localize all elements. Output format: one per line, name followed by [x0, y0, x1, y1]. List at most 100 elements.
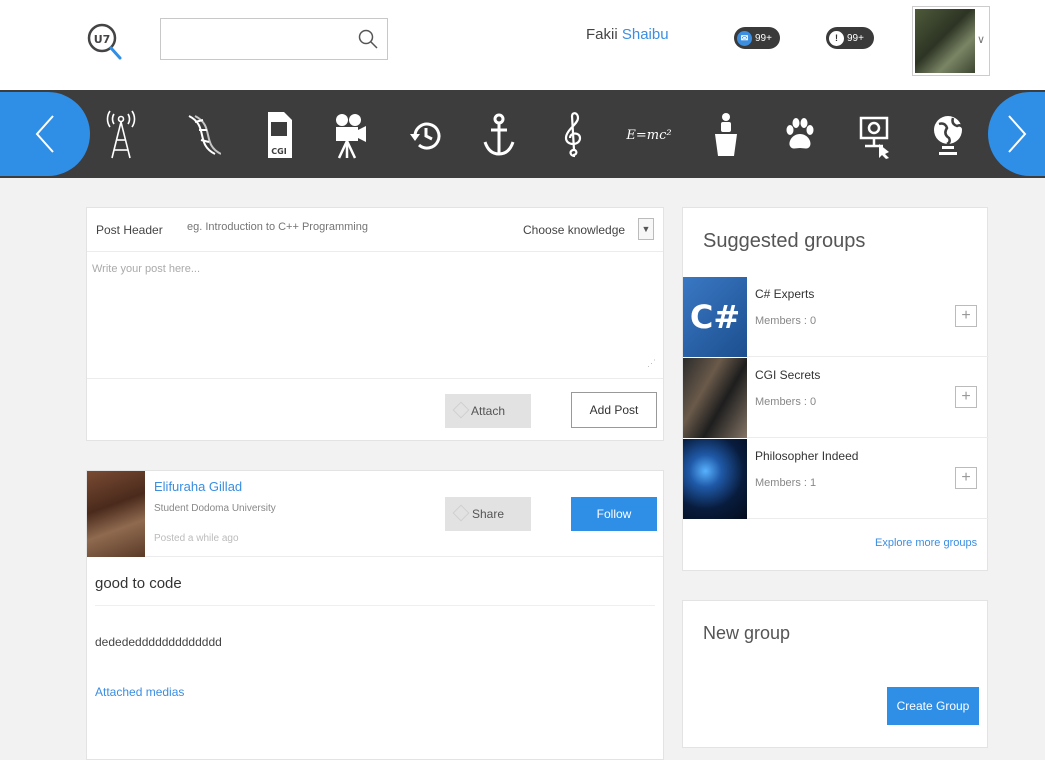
follow-button[interactable]: Follow — [571, 497, 657, 531]
author-subtitle: Student Dodoma University — [154, 503, 276, 514]
carousel-prev-button[interactable] — [0, 92, 90, 176]
create-group-button[interactable]: Create Group — [887, 687, 979, 725]
messages-count: 99+ — [755, 32, 772, 44]
search-box[interactable] — [160, 18, 388, 60]
group-members: Members : 0 — [755, 315, 817, 327]
share-icon — [452, 504, 470, 522]
category-computing[interactable] — [852, 104, 896, 166]
group-members: Members : 1 — [755, 477, 817, 489]
knowledge-select-label[interactable]: Choose knowledge — [523, 223, 625, 237]
share-label: Share — [471, 507, 505, 521]
chevron-left-icon — [35, 115, 54, 153]
attach-button[interactable]: Attach — [445, 394, 531, 428]
user-first-name: Fakii — [586, 26, 618, 43]
category-antenna[interactable] — [99, 104, 143, 166]
post-title: good to code — [95, 575, 182, 592]
cgi-file-icon: CGI — [268, 112, 292, 158]
top-header: U7 Fakii Shaibu ✉ 99+ ! 99+ ∨ — [0, 0, 1045, 90]
post-divider — [95, 605, 655, 606]
plus-icon: + — [961, 307, 971, 324]
add-post-label: Add Post — [589, 403, 639, 417]
category-film[interactable] — [327, 104, 371, 166]
explore-groups-link[interactable]: Explore more groups — [875, 537, 977, 549]
user-name[interactable]: Fakii Shaibu — [586, 26, 669, 43]
knowledge-dropdown-button[interactable]: ▼ — [638, 218, 654, 240]
dna-icon — [188, 115, 221, 155]
user-menu[interactable]: ∨ — [912, 6, 990, 76]
avatar[interactable] — [915, 9, 975, 73]
treble-clef-icon — [564, 112, 582, 158]
create-group-label: Create Group — [896, 699, 970, 713]
category-history[interactable] — [404, 104, 448, 166]
composer-header: Post Header Choose knowledge ▼ — [87, 208, 663, 252]
messages-icon: ✉ — [737, 30, 752, 46]
post-time: Posted a while ago — [154, 533, 239, 544]
search-input[interactable] — [161, 19, 351, 59]
group-image-label: C# — [689, 298, 741, 336]
globe-icon — [934, 116, 965, 155]
group-name[interactable]: CGI Secrets — [755, 368, 820, 382]
suggested-groups-title: Suggested groups — [703, 230, 866, 252]
svg-text:U7: U7 — [94, 33, 111, 46]
anchor-icon — [483, 113, 515, 156]
speaker-podium-icon — [715, 113, 737, 156]
search-icon[interactable] — [357, 28, 379, 50]
plus-icon: + — [961, 388, 971, 405]
antenna-icon — [106, 110, 136, 159]
resize-handle-icon[interactable]: ⋰ — [647, 358, 656, 369]
add-post-button[interactable]: Add Post — [571, 392, 657, 428]
category-maritime[interactable] — [477, 104, 521, 166]
join-group-button[interactable]: + — [955, 305, 977, 327]
attached-medias-link[interactable]: Attached medias — [95, 685, 184, 699]
group-image — [683, 358, 747, 438]
category-biology[interactable] — [180, 104, 224, 166]
category-speaking[interactable] — [704, 104, 748, 166]
join-group-button[interactable]: + — [955, 386, 977, 408]
category-geography[interactable] — [926, 104, 970, 166]
category-physics[interactable]: E=mc² — [622, 104, 676, 166]
post-body-textarea[interactable] — [87, 253, 663, 379]
logo-icon[interactable]: U7 — [84, 14, 124, 74]
new-group-title: New group — [703, 623, 791, 643]
physics-formula-icon: E=mc² — [626, 127, 672, 143]
category-music[interactable] — [552, 104, 596, 166]
group-image: C# — [683, 277, 747, 357]
paw-icon — [786, 118, 814, 149]
attach-icon — [452, 401, 470, 419]
author-avatar[interactable] — [87, 471, 145, 557]
post-header-input[interactable] — [187, 221, 427, 233]
group-item[interactable]: Philosopher Indeed Members : 1 + — [683, 439, 989, 519]
chevron-right-icon — [1007, 115, 1026, 153]
alert-icon: ! — [829, 30, 844, 46]
suggested-groups-panel: Suggested groups C# C# Experts Members :… — [682, 207, 989, 571]
share-button[interactable]: Share — [445, 497, 531, 531]
notifications-badge[interactable]: ! 99+ — [826, 27, 874, 49]
plus-icon: + — [961, 469, 971, 486]
group-item[interactable]: CGI Secrets Members : 0 + — [683, 358, 989, 438]
join-group-button[interactable]: + — [955, 467, 977, 489]
new-group-panel: New group Create Group — [682, 600, 988, 748]
post-card: Elifuraha Gillad Student Dodoma Universi… — [86, 470, 664, 760]
post-body: dedededdddddddddddd — [95, 635, 222, 649]
post-header: Elifuraha Gillad Student Dodoma Universi… — [87, 471, 663, 557]
movie-camera-icon — [336, 114, 366, 159]
messages-badge[interactable]: ✉ 99+ — [734, 27, 780, 49]
group-members: Members : 0 — [755, 396, 817, 408]
chevron-down-icon: ▼ — [641, 224, 651, 234]
history-icon — [410, 122, 441, 150]
group-name[interactable]: C# Experts — [755, 287, 814, 301]
author-name[interactable]: Elifuraha Gillad — [154, 479, 242, 494]
group-item[interactable]: C# C# Experts Members : 0 + — [683, 277, 989, 357]
svg-text:CGI: CGI — [271, 147, 286, 156]
user-last-name: Shaibu — [621, 26, 669, 43]
follow-label: Follow — [596, 507, 632, 521]
category-cgi[interactable]: CGI — [257, 104, 301, 166]
group-name[interactable]: Philosopher Indeed — [755, 449, 858, 463]
attach-label: Attach — [470, 404, 506, 418]
notifications-count: 99+ — [847, 32, 864, 44]
computer-science-icon — [859, 116, 889, 159]
category-animals[interactable] — [777, 104, 821, 166]
chevron-down-icon[interactable]: ∨ — [977, 33, 985, 46]
post-composer: Post Header Choose knowledge ▼ ⋰ Attach … — [86, 207, 664, 441]
post-header-label: Post Header — [96, 223, 163, 237]
